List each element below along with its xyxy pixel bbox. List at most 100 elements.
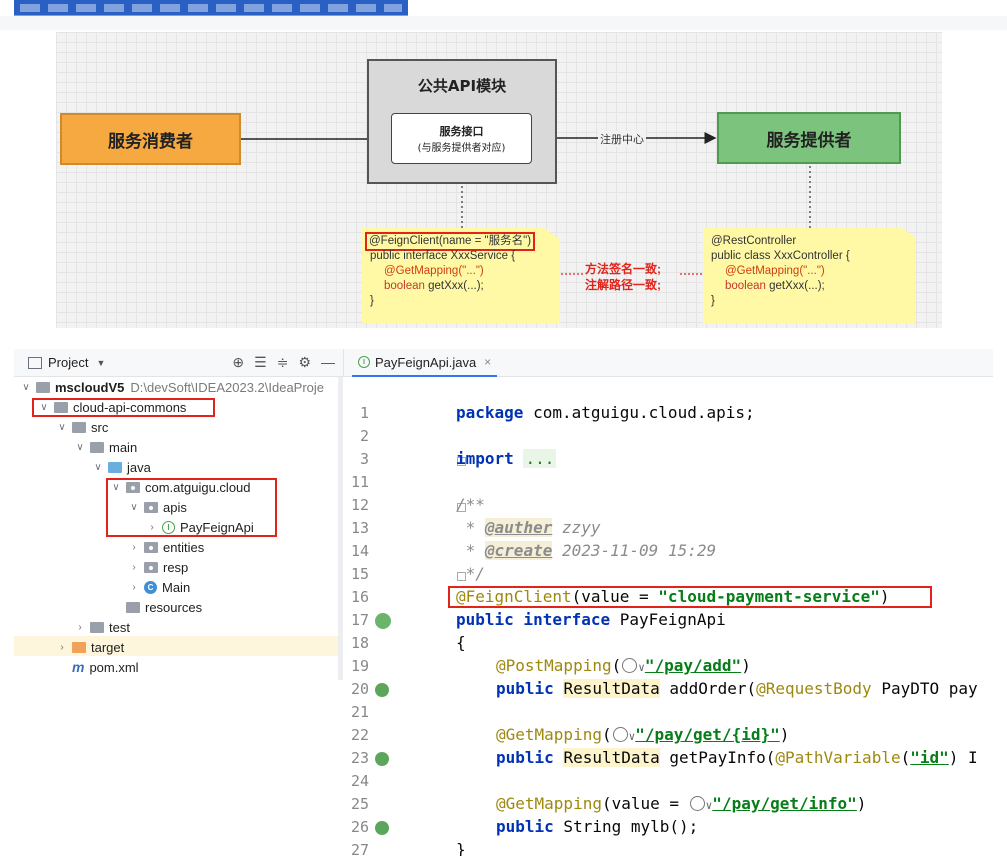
note-line: @RestController — [711, 235, 797, 247]
keyword: public — [496, 679, 554, 698]
line-number: 19 — [350, 657, 369, 675]
tree-item-label: entities — [163, 539, 205, 555]
code-line: public ResultData addOrder(@RequestBody … — [496, 677, 978, 700]
note-line: public interface XxxService { — [370, 250, 516, 262]
code-line: @PostMapping(∨"/pay/add") — [496, 656, 751, 675]
tree-item-label: main — [109, 439, 138, 455]
url-literal[interactable]: "/pay/get/{id}" — [635, 725, 780, 744]
locate-icon[interactable]: ⊕ — [232, 354, 244, 371]
line-number: 27 — [350, 841, 369, 856]
annotation: @PathVariable — [775, 748, 901, 767]
chevron-down-icon[interactable]: ∨ — [638, 661, 645, 674]
note-line: public class XxxController { — [711, 250, 850, 262]
type-name: ResultData — [563, 748, 660, 767]
hide-icon[interactable]: — — [321, 354, 335, 371]
code-line: @GetMapping(value = ∨"/pay/get/info") — [496, 794, 867, 813]
tree-item-label: Main — [162, 579, 191, 595]
tree-item-entities[interactable]: › entities — [128, 537, 204, 557]
code-text: ) I — [948, 748, 978, 767]
tree-item-test[interactable]: › test — [74, 617, 130, 637]
project-panel-tools: ⊕ ☰ ≑ ⚙ — — [232, 354, 335, 371]
doc-value: 2023-11-09 15:29 — [552, 541, 717, 560]
note-line: } — [370, 295, 374, 307]
chevron-down-icon[interactable]: ∨ — [92, 462, 104, 473]
expand-all-icon[interactable]: ☰ — [254, 354, 267, 371]
tree-item-resp[interactable]: › resp — [128, 557, 188, 577]
line-number: 21 — [350, 703, 369, 721]
chevron-right-icon[interactable]: › — [128, 542, 140, 553]
annotation: @GetMapping — [496, 794, 602, 813]
tree-item-label: resources — [145, 599, 203, 615]
service-interface-box: 服务接口 (与服务提供者对应) — [391, 113, 532, 164]
tree-item-main[interactable]: ∨ main — [74, 437, 137, 457]
comment: /** — [456, 495, 485, 514]
chevron-down-icon[interactable]: ▼ — [96, 358, 105, 368]
comment: * @auther zzyy — [456, 518, 601, 537]
line-number: 12 — [350, 496, 369, 514]
note-line: @GetMapping("...") — [384, 265, 484, 277]
code-editor[interactable]: package com.atguigu.cloud.apis; import .… — [443, 397, 993, 856]
request-mapping-gutter-icon[interactable] — [375, 821, 389, 835]
tree-item-java[interactable]: ∨ java — [92, 457, 151, 477]
keyword: package — [456, 403, 524, 422]
close-icon[interactable]: × — [484, 355, 491, 369]
tab-PayFeignApi[interactable]: I PayFeignApi.java × — [352, 349, 498, 377]
chevron-down-icon[interactable]: ∨ — [20, 382, 32, 393]
url-literal[interactable]: "/pay/get/info" — [712, 794, 857, 813]
globe-icon[interactable] — [612, 727, 628, 742]
package-name: com.atguigu.cloud.apis; — [523, 403, 755, 422]
code-line: @GetMapping(∨"/pay/get/{id}") — [496, 725, 790, 744]
rest-controller-note: @RestController public class XxxControll… — [703, 228, 915, 323]
tree-item-label: resp — [163, 559, 189, 575]
chevron-right-icon[interactable]: › — [56, 642, 68, 653]
tree-item-label: src — [91, 419, 109, 435]
line-number: 15 — [350, 565, 369, 583]
editor-tab-bar: I PayFeignApi.java × — [343, 349, 993, 377]
line-number: 17 — [350, 611, 369, 629]
tree-item-resources[interactable]: resources — [110, 597, 202, 617]
tree-item-src[interactable]: ∨ src — [56, 417, 108, 437]
comment: */ — [456, 564, 485, 583]
chevron-right-icon[interactable]: › — [74, 622, 86, 633]
code-text: PayDTO pay — [871, 679, 978, 698]
tree-item-pom[interactable]: m pom.xml — [72, 657, 139, 677]
feign-client-gutter-icon[interactable] — [375, 613, 391, 629]
service-provider-box: 服务提供者 — [717, 112, 901, 164]
request-mapping-gutter-icon[interactable] — [375, 752, 389, 766]
code-line: public interface PayFeignApi — [456, 608, 726, 631]
globe-icon[interactable] — [622, 658, 638, 673]
line-number: 20 — [350, 680, 369, 698]
string-literal: "id" — [910, 748, 949, 767]
tree-item-label: test — [109, 619, 130, 635]
type-name: ResultData — [563, 679, 660, 698]
highlight-box-module — [32, 398, 215, 417]
tree-item-target[interactable]: › target — [56, 637, 124, 657]
tree-item-Main[interactable]: › C Main — [128, 577, 190, 597]
doc-tag: @auther — [484, 518, 553, 537]
tree-item-mscloudV5[interactable]: ∨ mscloudV5 D:\devSoft\IDEA2023.2\IdeaPr… — [20, 377, 324, 397]
project-panel-title: Project — [48, 355, 89, 370]
url-literal[interactable]: "/pay/add" — [645, 656, 741, 675]
note-line: getXxx(...); — [765, 280, 825, 292]
gear-icon[interactable]: ⚙ — [298, 354, 311, 371]
code-text: (value = — [601, 794, 689, 813]
chevron-right-icon[interactable]: › — [128, 582, 140, 593]
chevron-right-icon[interactable]: › — [128, 562, 140, 573]
ide-window: Project ▼ ⊕ ☰ ≑ ⚙ — ∨ mscloudV5 D:\devSo… — [14, 349, 993, 856]
request-mapping-gutter-icon[interactable] — [375, 683, 389, 697]
highlight-box-feignclient — [448, 586, 932, 608]
globe-icon[interactable] — [689, 796, 705, 811]
resources-folder-icon — [126, 601, 140, 613]
chevron-down-icon[interactable]: ∨ — [56, 422, 68, 433]
chevron-down-icon[interactable]: ∨ — [74, 442, 86, 453]
tree-item-label: mscloudV5 — [55, 379, 125, 395]
collapse-all-icon[interactable]: ≑ — [277, 354, 289, 371]
code-text: getPayInfo( — [659, 748, 776, 767]
line-number: 22 — [350, 726, 369, 744]
code-line: } — [456, 840, 466, 856]
line-number: 11 — [350, 473, 369, 491]
package-icon — [144, 541, 158, 553]
folded-imports[interactable]: ... — [523, 449, 557, 468]
annotation: @PostMapping — [496, 656, 612, 675]
project-panel-header[interactable]: Project ▼ ⊕ ☰ ≑ ⚙ — — [14, 349, 343, 377]
